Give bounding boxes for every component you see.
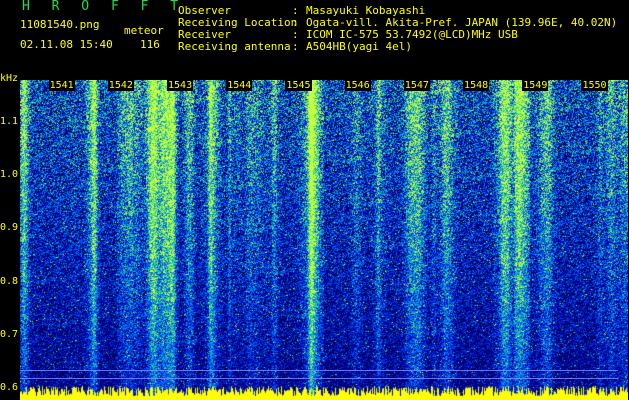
x-tick-label: 1549 <box>522 80 549 91</box>
y-tick-label: 0.9 <box>0 222 19 234</box>
y-tick-label: 0.8 <box>0 275 19 287</box>
x-tick-label: 1541 <box>48 80 75 91</box>
x-tick-label: 1546 <box>344 80 371 91</box>
mode-label: meteor <box>124 24 164 37</box>
x-tick-label: 1545 <box>285 80 312 91</box>
y-axis-unit: kHz <box>0 73 19 84</box>
x-tick-label: 1550 <box>581 80 608 91</box>
x-tick-label: 1548 <box>463 80 490 91</box>
x-tick-label: 1542 <box>107 80 134 91</box>
count-value: 116 <box>140 38 160 51</box>
antenna-value: A504HB(yagi 4el) <box>306 40 412 53</box>
x-tick-label: 1544 <box>226 80 253 91</box>
y-tick-label: 0.7 <box>0 329 19 340</box>
reference-line <box>20 378 618 379</box>
y-tick-label: 0.6 <box>0 382 19 394</box>
y-tick-label: 1.0 <box>0 169 19 180</box>
reference-line <box>20 370 618 371</box>
spectrogram-canvas <box>20 80 628 400</box>
app-title: H R O F F T <box>22 0 186 14</box>
y-tick-label: 1.1 <box>0 115 19 127</box>
file-name: 11081540.png <box>20 18 100 31</box>
x-tick-label: 1543 <box>167 80 194 91</box>
antenna-sep: : <box>292 40 299 53</box>
datetime: 02.11.08 15:40 <box>20 38 113 51</box>
spectrogram <box>20 80 628 400</box>
x-tick-label: 1547 <box>403 80 430 91</box>
antenna-label: Receiving antenna <box>178 40 291 53</box>
